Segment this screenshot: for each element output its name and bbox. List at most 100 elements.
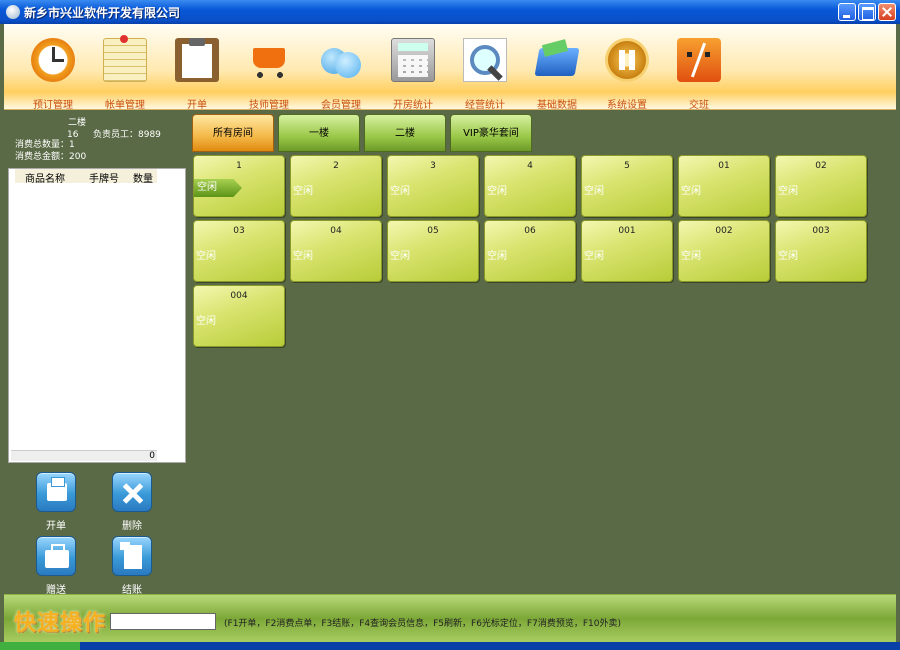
room-number-label: 2 [333, 161, 339, 171]
room-card-4[interactable]: 4 空闲 [484, 155, 576, 217]
order-list-header: 商品名称 手牌号 数量 [15, 169, 157, 185]
room-status-label: 空闲 [584, 251, 604, 262]
room-card-02[interactable]: 02 空闲 [775, 155, 867, 217]
room-card-1[interactable]: 1 空闲 [193, 155, 285, 217]
clock-icon [31, 38, 75, 82]
column-product-name: 商品名称 [25, 174, 65, 185]
room-status-label: 空闲 [293, 251, 313, 262]
room-status-label: 空闲 [390, 251, 410, 262]
room-number-label: 003 [812, 226, 830, 236]
toolbar-reservation[interactable]: 预订管理 [18, 34, 88, 111]
room-number-label: 001 [618, 226, 636, 236]
room-number-label: 02 [815, 161, 827, 171]
cart-icon [247, 38, 291, 82]
room-status-label: 空闲 [778, 186, 798, 197]
tab-second-floor[interactable]: 二楼 [364, 114, 446, 152]
clipboard-icon [175, 38, 219, 82]
room-status-label: 空闲 [584, 186, 604, 197]
face-icon [677, 38, 721, 82]
delete-label: 删除 [122, 521, 142, 532]
column-quantity: 数量 [133, 174, 153, 185]
room-floor: 二楼 [67, 118, 86, 128]
quick-operation-bar: 快速操作 (F1开单，F2消费点单，F3结账，F4查询会员信息，F5刷新，F6光… [4, 594, 896, 642]
room-card-3[interactable]: 3 空闲 [387, 155, 479, 217]
status-bar [0, 642, 900, 650]
checkout-button[interactable]: 结账 [104, 536, 160, 596]
total-amount: 消费总金额：200 [15, 152, 87, 162]
note-icon [103, 35, 147, 82]
printer-icon [36, 472, 76, 512]
toolbar-label: 技师管理 [249, 100, 289, 111]
room-card-004[interactable]: 004 空闲 [193, 285, 285, 347]
room-number-label: 1 [236, 161, 242, 171]
toolbar-bills[interactable]: 帐单管理 [90, 34, 160, 111]
toolbar-room-stats[interactable]: 开房统计 [378, 34, 448, 111]
room-card-05[interactable]: 05 空闲 [387, 220, 479, 282]
room-number-label: 5 [624, 161, 630, 171]
gift-button[interactable]: 赠送 [28, 536, 84, 596]
toolbar-settings[interactable]: 系统设置 [592, 34, 662, 111]
toolbar-open-order[interactable]: 开单 [162, 34, 232, 111]
room-status-label: 空闲 [681, 186, 701, 197]
room-status-label: 空闲 [194, 179, 242, 197]
quick-operation-input[interactable] [110, 613, 216, 630]
room-card-04[interactable]: 04 空闲 [290, 220, 382, 282]
document-icon [112, 536, 152, 576]
room-status-label: 空闲 [390, 186, 410, 197]
toolbar-label: 开单 [187, 100, 207, 111]
order-list-total: 0 [11, 450, 157, 461]
toolbar-technicians[interactable]: 技师管理 [234, 34, 304, 111]
room-info: 二楼 16 负责员工：8989 消费总数量：1 消费总金额：200 [7, 114, 185, 172]
room-number: 16 [67, 130, 79, 140]
minimize-button[interactable] [838, 3, 856, 21]
delete-button[interactable]: 删除 [104, 472, 160, 532]
room-card-003[interactable]: 003 空闲 [775, 220, 867, 282]
total-quantity: 消费总数量：1 [15, 140, 75, 150]
main-toolbar: 预订管理 帐单管理 开单 技师管理 会员管理 开房统计 经营统计 基础数据 系统… [4, 24, 896, 111]
toolbar-label: 基础数据 [537, 100, 577, 111]
bag-icon [36, 536, 76, 576]
maximize-button[interactable] [858, 3, 876, 21]
app-icon [6, 5, 20, 19]
room-card-2[interactable]: 2 空闲 [290, 155, 382, 217]
title-bar: 新乡市兴业软件开发有限公司 [0, 0, 900, 24]
window-title: 新乡市兴业软件开发有限公司 [24, 6, 181, 20]
room-status-label: 空闲 [487, 186, 507, 197]
room-status-label: 空闲 [293, 186, 313, 197]
toolbar-base-data[interactable]: 基础数据 [522, 34, 592, 111]
room-status-label: 空闲 [778, 251, 798, 262]
room-card-01[interactable]: 01 空闲 [678, 155, 770, 217]
toolbar-shift-change[interactable]: 交班 [664, 34, 734, 111]
open-order-button[interactable]: 开单 [28, 472, 84, 532]
toolbar-business-stats[interactable]: 经营统计 [450, 34, 520, 111]
open-order-label: 开单 [46, 521, 66, 532]
room-card-002[interactable]: 002 空闲 [678, 220, 770, 282]
tab-vip-suite[interactable]: VIP豪华套间 [450, 114, 532, 152]
room-card-03[interactable]: 03 空闲 [193, 220, 285, 282]
quick-operation-title: 快速操作 [14, 611, 107, 636]
room-number-label: 004 [230, 291, 248, 301]
room-number-label: 04 [330, 226, 342, 236]
tab-all-rooms[interactable]: 所有房间 [192, 114, 274, 152]
room-status-label: 空闲 [196, 316, 216, 327]
toolbar-members[interactable]: 会员管理 [306, 34, 376, 111]
tab-first-floor[interactable]: 一楼 [278, 114, 360, 152]
room-number-label: 01 [718, 161, 730, 171]
toolbar-label: 交班 [689, 100, 709, 111]
close-button[interactable] [878, 3, 896, 21]
room-card-001[interactable]: 001 空闲 [581, 220, 673, 282]
room-number-label: 002 [715, 226, 733, 236]
room-status-label: 空闲 [681, 251, 701, 262]
staff-label: 负责员工：8989 [93, 130, 161, 140]
floor-tabs: 所有房间 一楼 二楼 VIP豪华套间 [190, 112, 896, 152]
folder-icon [535, 38, 579, 82]
toolbar-label: 帐单管理 [105, 100, 145, 111]
room-card-06[interactable]: 06 空闲 [484, 220, 576, 282]
magnifier-icon [463, 38, 507, 82]
room-status-label: 空闲 [487, 251, 507, 262]
room-card-5[interactable]: 5 空闲 [581, 155, 673, 217]
toolbar-label: 预订管理 [33, 100, 73, 111]
delete-x-icon [112, 472, 152, 512]
order-list[interactable]: 商品名称 手牌号 数量 0 [8, 168, 186, 463]
toolbar-label: 经营统计 [465, 100, 505, 111]
